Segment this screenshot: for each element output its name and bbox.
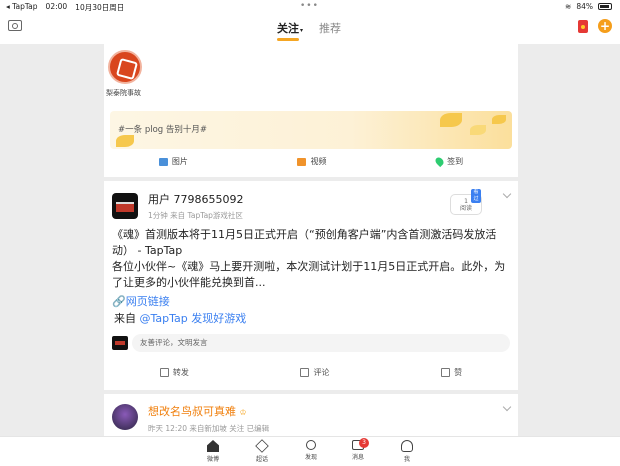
read-count-box: 看过 1 阅读 — [450, 189, 482, 215]
home-icon — [207, 440, 219, 452]
tab-following[interactable]: 关注▾ — [277, 20, 304, 41]
post-username-row: 想改名鸟叔可真难 ♔ — [148, 403, 247, 419]
comment-icon — [300, 368, 310, 377]
tab-following-label: 关注 — [277, 22, 299, 35]
add-icon[interactable]: + — [598, 19, 612, 33]
top-nav: 关注▾ 推荐 + — [0, 14, 620, 44]
tab-me-label: 我 — [403, 456, 410, 463]
red-packet-icon[interactable] — [578, 19, 588, 33]
comment-label: 评论 — [313, 368, 330, 377]
source-prefix: 来自 — [114, 312, 136, 325]
share-icon — [159, 368, 169, 377]
composer-input[interactable]: #一条 plog 告别十月# — [110, 111, 512, 149]
chevron-down-icon[interactable] — [502, 189, 512, 199]
tab-discover[interactable]: 发现 — [291, 440, 331, 461]
diamond-icon — [255, 439, 269, 453]
source-link[interactable]: @TapTap 发现好游戏 — [140, 312, 247, 325]
avatar — [112, 336, 128, 350]
checkin-label: 签到 — [447, 157, 464, 166]
tab-messages[interactable]: 3 消息 — [338, 438, 378, 461]
status-date: 10月30日周日 — [75, 3, 125, 12]
image-icon — [158, 157, 168, 166]
post-username[interactable]: 想改名鸟叔可真难 — [148, 405, 236, 418]
wifi-icon: ≋ — [565, 2, 572, 11]
post-body: 《魂》首测版本将于11月5日正式开启（“预创角客户端”内含首测激活码发放活动） … — [112, 228, 506, 289]
ginkgo-leaf-decoration — [492, 115, 506, 124]
image-label: 图片 — [171, 157, 188, 166]
like-icon — [441, 368, 451, 377]
tab-super-topic[interactable]: 超话 — [242, 439, 282, 463]
avatar[interactable] — [112, 404, 138, 430]
unread-badge: 3 — [359, 438, 369, 448]
post-source: 来自 @TapTap 发现好游戏 — [114, 310, 246, 326]
feed-post: 用户 7798655092 1分钟 来自 TapTap游戏社区 看过 1 阅读 … — [104, 181, 518, 390]
ginkgo-leaf-decoration — [440, 113, 462, 127]
tab-super-topic-label: 超话 — [255, 456, 268, 463]
read-tag: 看过 — [471, 189, 481, 203]
camera-icon[interactable] — [8, 20, 22, 31]
chevron-down-icon[interactable] — [502, 402, 512, 412]
followed-users-strip: 梨泰院事故 — [104, 44, 518, 104]
ginkgo-leaf-decoration — [116, 135, 134, 147]
composer-placeholder: #一条 plog 告别十月# — [118, 125, 208, 135]
tab-recommend[interactable]: 推荐 — [319, 20, 341, 36]
avatar[interactable] — [108, 50, 142, 84]
read-label: 阅读 — [459, 205, 472, 212]
profile-icon — [401, 440, 413, 452]
caret-down-icon: ▾ — [300, 27, 304, 34]
tab-home-label: 微博 — [206, 456, 219, 463]
image-button[interactable]: 图片 — [158, 156, 188, 167]
ginkgo-leaf-decoration — [470, 125, 486, 135]
post-username[interactable]: 用户 7798655092 — [148, 191, 243, 207]
tab-home[interactable]: 微博 — [193, 440, 233, 463]
like-button[interactable]: 赞 — [441, 367, 462, 378]
post-composer: #一条 plog 告别十月# 图片 视频 签到 — [104, 104, 518, 177]
post-actions: 转发 评论 赞 — [104, 367, 518, 378]
battery-percent: 84% — [576, 2, 593, 11]
checkin-button[interactable]: 签到 — [433, 155, 464, 168]
followed-user-name[interactable]: 梨泰院事故 — [106, 88, 141, 98]
web-link[interactable]: 🔗网页链接 — [112, 293, 170, 309]
feed-post: 想改名鸟叔可真难 ♔ 昨天 12:20 来自新加坡 关注 已编辑 — [104, 394, 518, 436]
comment-input[interactable]: 友善评论，文明发言 — [132, 334, 510, 352]
feed-tabs: 关注▾ 推荐 — [277, 20, 341, 41]
tab-messages-label: 消息 — [351, 454, 364, 461]
comment-row: 友善评论，文明发言 — [112, 334, 510, 352]
video-icon — [297, 157, 307, 166]
status-time: 02:00 — [45, 2, 68, 11]
video-label: 视频 — [310, 157, 327, 166]
back-to-app-link[interactable]: ◂ TapTap — [6, 2, 38, 13]
tab-me[interactable]: 我 — [387, 440, 427, 463]
bottom-tab-bar: 微博 超话 发现 3 消息 我 — [0, 436, 620, 466]
like-label: 赞 — [454, 368, 463, 377]
composer-actions: 图片 视频 签到 — [104, 155, 518, 168]
crown-icon: ♔ — [239, 408, 247, 417]
location-icon — [433, 155, 446, 168]
repost-label: 转发 — [172, 368, 189, 377]
search-icon — [306, 440, 316, 450]
status-bar: ◂ TapTap 02:00 10月30日周日 ••• ≋ 84% — [0, 0, 620, 14]
video-button[interactable]: 视频 — [297, 156, 326, 167]
comment-button[interactable]: 评论 — [300, 367, 329, 378]
post-meta: 昨天 12:20 来自新加坡 关注 已编辑 — [148, 424, 270, 433]
multitask-dots-icon[interactable]: ••• — [300, 1, 319, 11]
tab-discover-label: 发现 — [304, 454, 317, 461]
post-meta: 1分钟 来自 TapTap游戏社区 — [148, 211, 243, 220]
repost-button[interactable]: 转发 — [159, 367, 189, 378]
battery-icon — [598, 3, 612, 10]
avatar[interactable] — [112, 193, 138, 219]
